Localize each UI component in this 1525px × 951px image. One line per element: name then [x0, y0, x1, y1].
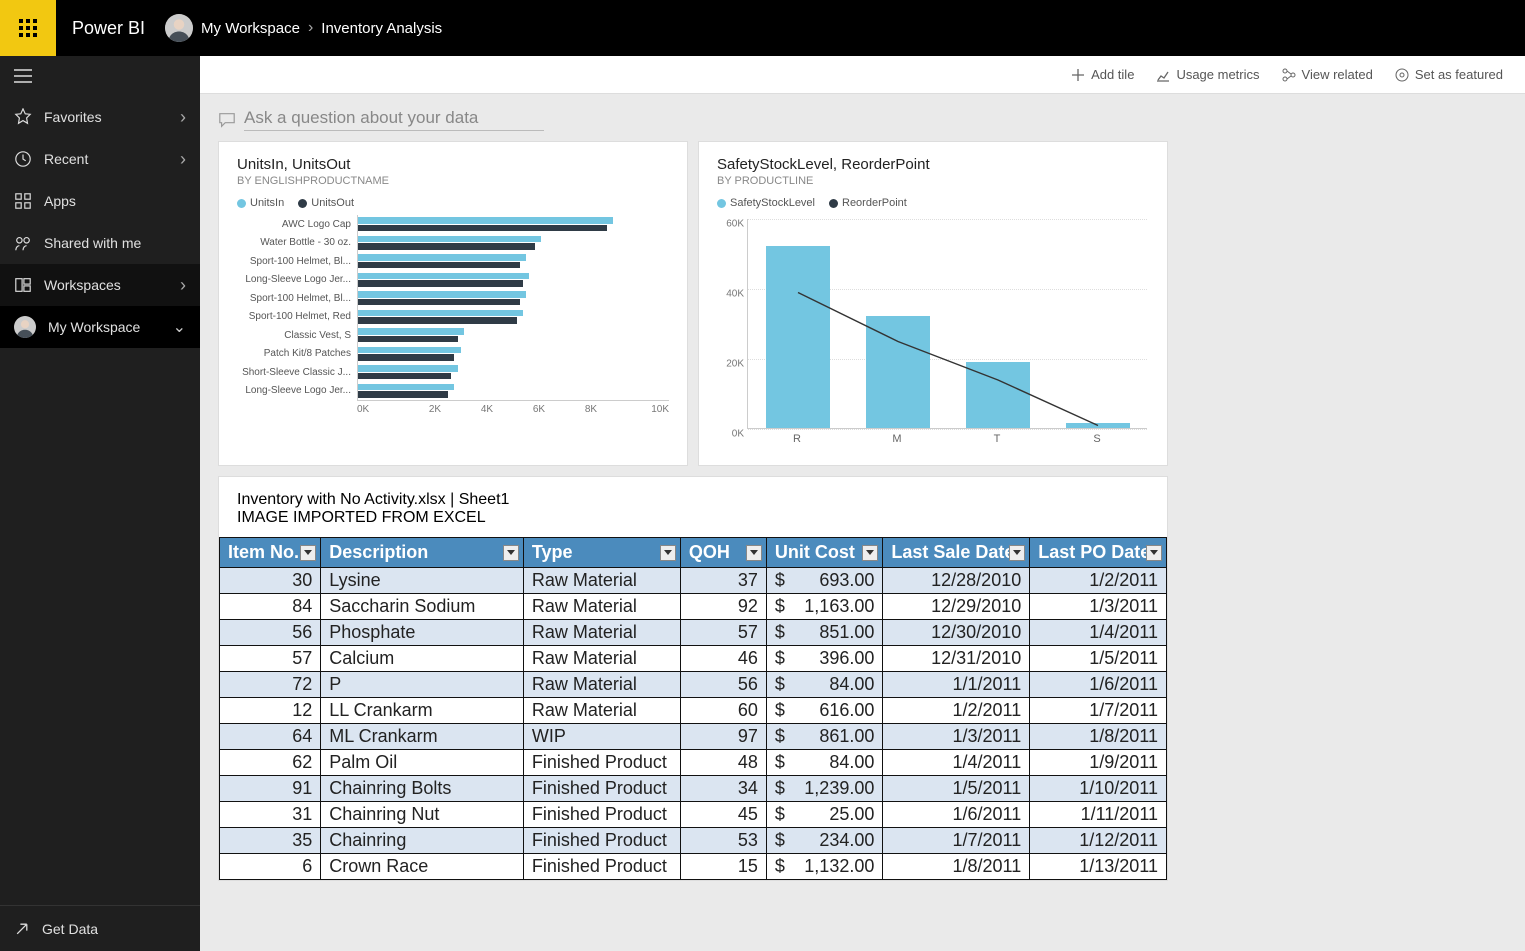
column-chart: 0K20K40K60K RMTS [699, 215, 1167, 453]
sidebar-item-label: Recent [44, 151, 88, 167]
plus-icon [1071, 68, 1085, 82]
add-tile-button[interactable]: Add tile [1071, 67, 1134, 82]
table-row: 31Chainring NutFinished Product45$25.001… [220, 802, 1167, 828]
share-icon [14, 234, 32, 252]
table-row: 12LL CrankarmRaw Material60$616.001/2/20… [220, 698, 1167, 724]
view-related-button[interactable]: View related [1282, 67, 1373, 82]
table-row: 6Crown RaceFinished Product15$1,132.001/… [220, 854, 1167, 880]
chevron-down-icon [173, 317, 186, 337]
column-header[interactable]: Type [523, 538, 680, 568]
legend: UnitsIn UnitsOut [219, 191, 687, 215]
nav-collapse-button[interactable] [0, 56, 200, 96]
get-data-button[interactable]: Get Data [0, 905, 200, 951]
get-data-label: Get Data [42, 921, 98, 937]
sidebar-item-recent[interactable]: Recent [0, 138, 200, 180]
user-avatar-icon [165, 14, 193, 42]
filter-icon[interactable] [1009, 545, 1025, 561]
chat-icon [218, 111, 236, 129]
legend-dot-icon [298, 199, 307, 208]
tile-safety[interactable]: SafetyStockLevel, ReorderPoint BY PRODUC… [698, 141, 1168, 466]
table-row: 30LysineRaw Material37$693.0012/28/20101… [220, 568, 1167, 594]
column-header[interactable]: Unit Cost [766, 538, 882, 568]
column-header[interactable]: Description [321, 538, 524, 568]
chevron-right-icon [180, 107, 186, 128]
table-row: 64ML CrankarmWIP97$861.001/3/20111/8/201… [220, 724, 1167, 750]
waffle-icon [18, 18, 38, 38]
sidebar-item-label: Apps [44, 193, 76, 209]
chevron-right-icon [180, 149, 186, 170]
table-row: 35ChainringFinished Product53$234.001/7/… [220, 828, 1167, 854]
filter-icon[interactable] [300, 545, 316, 561]
chevron-right-icon: › [308, 19, 313, 37]
column-header[interactable]: Item No. [220, 538, 321, 568]
content-area: Add tile Usage metrics View related Set … [200, 56, 1525, 951]
chart-icon [1156, 68, 1170, 82]
sidebar-item-label: Workspaces [44, 277, 121, 293]
sidebar-item-workspaces[interactable]: Workspaces [0, 264, 200, 306]
filter-icon[interactable] [660, 545, 676, 561]
hamburger-icon [14, 69, 32, 83]
star-icon [14, 108, 32, 126]
table-row: 56PhosphateRaw Material57$851.0012/30/20… [220, 620, 1167, 646]
action-bar: Add tile Usage metrics View related Set … [200, 56, 1525, 94]
sidebar-item-shared[interactable]: Shared with me [0, 222, 200, 264]
legend-dot-icon [717, 199, 726, 208]
filter-icon[interactable] [746, 545, 762, 561]
tile-subtitle: BY PRODUCTLINE [717, 175, 1149, 187]
table-row: 72PRaw Material56$84.001/1/20111/6/2011 [220, 672, 1167, 698]
filter-icon[interactable] [503, 545, 519, 561]
filter-icon[interactable] [862, 545, 878, 561]
bar-chart: AWC Logo CapWater Bottle - 30 oz.Sport-1… [219, 215, 687, 423]
table-row: 91Chainring BoltsFinished Product34$1,23… [220, 776, 1167, 802]
qna-input[interactable]: Ask a question about your data [244, 108, 544, 131]
legend: SafetyStockLevel ReorderPoint [699, 191, 1167, 215]
tile-title: Inventory with No Activity.xlsx | Sheet1 [237, 491, 1149, 509]
top-bar: Power BI My Workspace › Inventory Analys… [0, 0, 1525, 56]
tile-excel-table[interactable]: Inventory with No Activity.xlsx | Sheet1… [218, 476, 1168, 881]
sidebar-item-label: My Workspace [48, 319, 140, 335]
column-header[interactable]: Last Sale Date [883, 538, 1030, 568]
featured-icon [1395, 68, 1409, 82]
breadcrumb-page[interactable]: Inventory Analysis [321, 20, 442, 37]
usage-metrics-button[interactable]: Usage metrics [1156, 67, 1259, 82]
legend-dot-icon [237, 199, 246, 208]
sidebar: Favorites Recent Apps Shared with me Wor… [0, 56, 200, 951]
brand-label[interactable]: Power BI [72, 18, 145, 39]
table-row: 84Saccharin SodiumRaw Material92$1,163.0… [220, 594, 1167, 620]
excel-table: Item No.DescriptionTypeQOHUnit CostLast … [219, 537, 1167, 880]
avatar-icon [14, 316, 36, 338]
table-row: 62Palm OilFinished Product48$84.001/4/20… [220, 750, 1167, 776]
app-launcher-button[interactable] [0, 0, 56, 56]
clock-icon [14, 150, 32, 168]
breadcrumb-workspace[interactable]: My Workspace [201, 20, 300, 37]
chevron-right-icon [180, 275, 186, 296]
get-data-icon [14, 921, 30, 937]
column-header[interactable]: QOH [680, 538, 766, 568]
tile-subtitle: IMAGE IMPORTED FROM EXCEL [237, 509, 1149, 527]
sidebar-item-apps[interactable]: Apps [0, 180, 200, 222]
sidebar-item-favorites[interactable]: Favorites [0, 96, 200, 138]
related-icon [1282, 68, 1296, 82]
apps-icon [14, 192, 32, 210]
workspace-icon [14, 276, 32, 294]
set-featured-button[interactable]: Set as featured [1395, 67, 1503, 82]
column-header[interactable]: Last PO Date [1030, 538, 1167, 568]
sidebar-item-my-workspace[interactable]: My Workspace [0, 306, 200, 348]
tile-title: SafetyStockLevel, ReorderPoint [717, 156, 1149, 173]
sidebar-item-label: Shared with me [44, 235, 141, 251]
tile-title: UnitsIn, UnitsOut [237, 156, 669, 173]
legend-dot-icon [829, 199, 838, 208]
table-row: 57CalciumRaw Material46$396.0012/31/2010… [220, 646, 1167, 672]
qna-row: Ask a question about your data [200, 94, 1525, 141]
tile-units[interactable]: UnitsIn, UnitsOut BY ENGLISHPRODUCTNAME … [218, 141, 688, 466]
filter-icon[interactable] [1146, 545, 1162, 561]
sidebar-item-label: Favorites [44, 109, 102, 125]
tile-subtitle: BY ENGLISHPRODUCTNAME [237, 175, 669, 187]
avatar[interactable] [165, 14, 193, 42]
